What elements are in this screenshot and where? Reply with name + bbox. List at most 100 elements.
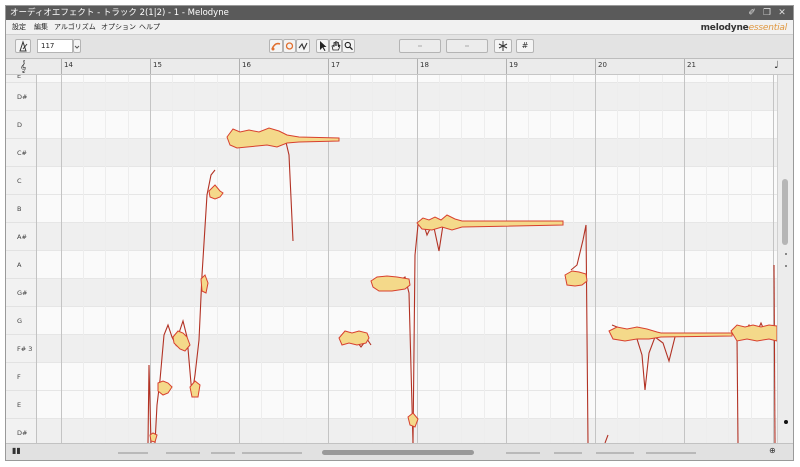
note-editor[interactable]: [37, 75, 777, 443]
vertical-scrollbar[interactable]: [777, 75, 793, 443]
overview-segment: [596, 452, 634, 454]
note-blobs[interactable]: [149, 127, 777, 443]
note-blob[interactable]: [730, 324, 777, 342]
bar-tick: [417, 59, 418, 74]
pitch-tool-icon: [271, 42, 281, 51]
tempo-dropdown[interactable]: [73, 39, 81, 53]
note-blob[interactable]: [338, 330, 370, 346]
bar-number: 17: [331, 61, 340, 69]
scroll-marker: [785, 253, 787, 255]
time-ruler[interactable]: 𝄞 14 15 16 17 18 19 20 21 ♩: [6, 59, 793, 75]
menu-options[interactable]: オプション: [101, 20, 136, 34]
pitch-label: G: [6, 307, 36, 335]
title-bar: オーディオエフェクト - トラック 2(1|2) - 1 - Melodyne …: [6, 6, 793, 20]
note-blob[interactable]: [608, 326, 733, 342]
pitch-snap-icon: [498, 41, 508, 51]
bar-number: 21: [687, 61, 696, 69]
pitch-label: G#: [6, 279, 36, 307]
main-tool-button[interactable]: [269, 39, 283, 53]
pitch-label: F: [6, 363, 36, 391]
note-blob[interactable]: [226, 127, 340, 149]
pitch-curve: [154, 169, 216, 443]
metronome-icon: [19, 40, 28, 52]
bar-number: 18: [420, 61, 429, 69]
menu-help[interactable]: ヘルプ: [139, 20, 160, 34]
pitch-curve: [147, 364, 152, 443]
note-blob[interactable]: [370, 275, 411, 292]
overview-segment: [118, 452, 148, 454]
pitch-ruler[interactable]: E D# D C# C B A# A G# G F# 3 F E D#: [6, 75, 37, 443]
note-blob[interactable]: [157, 380, 173, 396]
bar-tick: [61, 59, 62, 74]
pitch-label: B: [6, 195, 36, 223]
note-icon[interactable]: ♩: [774, 60, 779, 71]
bar-tick: [506, 59, 507, 74]
scroll-dot-icon: [784, 420, 788, 424]
bar-number: 16: [242, 61, 251, 69]
dash-icon: [465, 45, 469, 47]
treble-clef-icon[interactable]: 𝄞: [20, 60, 27, 74]
pitch-label: F# 3: [6, 335, 36, 363]
grid-icon: #: [521, 41, 529, 50]
overview-segment: [211, 452, 235, 454]
menu-edit[interactable]: 編集: [34, 20, 48, 34]
menu-algorithm[interactable]: アルゴリズム: [54, 20, 96, 34]
scroll-tool-button[interactable]: [329, 39, 342, 53]
pitch-curve: [412, 217, 449, 443]
vertical-scroll-thumb[interactable]: [782, 179, 788, 245]
pitch-value-field[interactable]: [399, 39, 441, 53]
bar-tick: [684, 59, 685, 74]
bar-tick: [328, 59, 329, 74]
metronome-button[interactable]: [15, 39, 31, 53]
logo-edition: essential: [748, 23, 788, 33]
overview-segment: [554, 452, 582, 454]
menu-settings[interactable]: 設定: [12, 20, 26, 34]
pitch-label: E: [6, 391, 36, 419]
pitch-label: A#: [6, 223, 36, 251]
time-grid-button[interactable]: #: [516, 39, 534, 53]
pitch-label: C#: [6, 139, 36, 167]
magnifier-icon: [344, 41, 353, 51]
note-blob[interactable]: [416, 214, 564, 231]
notes-layer[interactable]: [37, 75, 777, 443]
pitch-curve: [284, 137, 294, 242]
horizontal-scroll-thumb[interactable]: [322, 450, 474, 455]
note-blob[interactable]: [200, 274, 209, 294]
zoom-tool-button[interactable]: [342, 39, 355, 53]
note-blob[interactable]: [564, 270, 588, 287]
zoom-fit-icon[interactable]: ⊕: [769, 446, 776, 455]
pitch-modulation-tool-button[interactable]: [283, 39, 296, 53]
horizontal-scrollbar[interactable]: ▮▮ ⊕: [6, 443, 793, 460]
bar-number: 14: [64, 61, 73, 69]
note-blob[interactable]: [149, 432, 158, 443]
cents-value-field[interactable]: [446, 39, 488, 53]
tempo-field[interactable]: 117: [37, 39, 73, 53]
note-separation-tool-button[interactable]: [296, 39, 310, 53]
pin-icon[interactable]: ✐: [746, 6, 758, 20]
pitch-curve: [773, 264, 776, 443]
pointer-tool-button[interactable]: [316, 39, 329, 53]
melodyne-window: オーディオエフェクト - トラック 2(1|2) - 1 - Melodyne …: [5, 5, 794, 461]
pitch-modulation-icon: [285, 42, 294, 50]
pitch-curve: [570, 224, 589, 443]
overview-segment: [506, 452, 540, 454]
note-blob[interactable]: [407, 412, 419, 428]
restore-icon[interactable]: ❐: [761, 6, 773, 20]
pitch-snap-button[interactable]: [494, 39, 512, 53]
menu-bar: 設定 編集 アルゴリズム オプション ヘルプ melodyneessential: [6, 20, 793, 35]
overview-segment: [646, 452, 696, 454]
close-icon[interactable]: ✕: [776, 6, 788, 20]
toolbar: 117 #: [6, 35, 793, 59]
bar-number: 20: [598, 61, 607, 69]
bar-number: 15: [153, 61, 162, 69]
note-blob[interactable]: [172, 330, 191, 352]
hand-icon: [331, 41, 341, 51]
window-title: オーディオエフェクト - トラック 2(1|2) - 1 - Melodyne: [10, 8, 229, 18]
note-blob[interactable]: [208, 184, 224, 200]
pointer-icon: [320, 41, 327, 51]
toggle-view-icon[interactable]: ▮▮: [12, 446, 21, 455]
overview-segment: [242, 452, 302, 454]
bar-number: 19: [509, 61, 518, 69]
pitch-curve: [604, 434, 609, 443]
pitch-label: E: [6, 75, 36, 83]
